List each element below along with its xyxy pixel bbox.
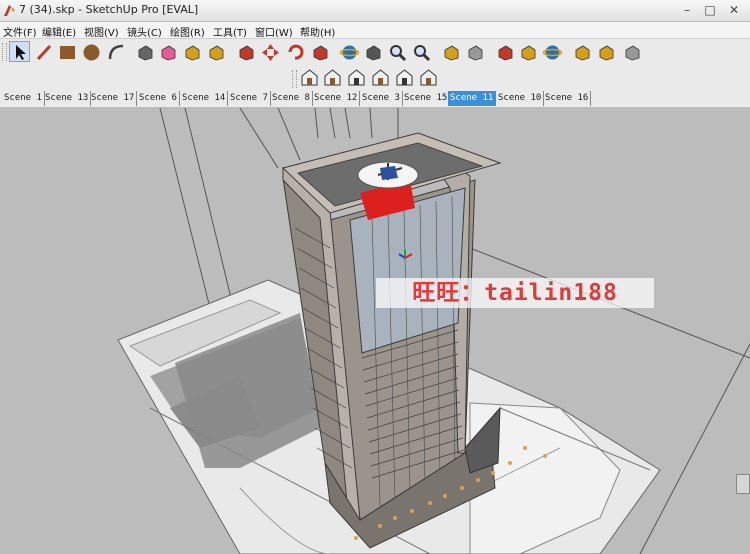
menu-window[interactable]: 窗口(W) [255,24,293,39]
zoom-extents-icon[interactable] [411,42,432,63]
toggle-terrain-icon[interactable] [465,42,486,63]
pencil-icon[interactable] [34,42,55,63]
rectangle-icon[interactable] [57,42,78,63]
menu-tools[interactable]: 工具(T) [213,24,247,39]
zoom-icon[interactable] [387,42,408,63]
viewport-resize-handle[interactable] [736,474,750,494]
menu-help[interactable]: 帮助(H) [300,24,335,39]
tape-measure-icon[interactable] [182,42,203,63]
model-viewport[interactable]: 旺旺：tailin188 [0,108,750,554]
select-icon[interactable] [9,41,30,62]
sketchup-logo-icon [4,5,15,16]
close-button[interactable]: ✕ [723,1,745,19]
scene-tab-scene-11[interactable]: Scene 11 [448,91,497,106]
watermark-text: 旺旺：tailin188 [376,278,654,308]
scene-tab-scene-14[interactable]: Scene 14 [180,91,229,106]
main-toolbar [0,39,750,67]
front-view-icon[interactable] [346,67,367,88]
move-icon[interactable] [260,42,281,63]
extension-warehouse-icon[interactable] [622,42,643,63]
menu-view[interactable]: 视图(V) [84,24,119,39]
maximize-button[interactable]: □ [699,1,721,19]
views-toolbar [0,66,750,90]
right-view-icon[interactable] [370,67,391,88]
left-view-icon[interactable] [418,67,439,88]
scene-tab-scene-12[interactable]: Scene 12 [312,91,361,106]
share-component-icon[interactable] [596,42,617,63]
top-view-icon[interactable] [322,67,343,88]
window-title: 7 (34).skp - SketchUp Pro [EVAL] [19,3,199,16]
add-location-icon[interactable] [441,42,462,63]
orbit-icon[interactable] [339,42,360,63]
rotate-icon[interactable] [285,42,306,63]
toolbar-grip[interactable] [2,43,7,61]
menu-bar: 文件(F) 编辑(E) 视图(V) 镜头(C) 绘图(R) 工具(T) 窗口(W… [0,22,750,39]
make-component-icon[interactable] [135,42,156,63]
iso-view-icon[interactable] [299,67,320,88]
eraser-icon[interactable] [158,42,179,63]
menu-file[interactable]: 文件(F) [3,24,37,39]
get-components-icon[interactable] [572,42,593,63]
scene-tab-scene-1[interactable]: Scene 1 [2,91,45,106]
scene-tab-scene-10[interactable]: Scene 10 [496,91,545,106]
model-view[interactable] [0,108,750,554]
menu-draw[interactable]: 绘图(R) [170,24,205,39]
follow-me-icon[interactable] [310,42,331,63]
scene-tab-scene-3[interactable]: Scene 3 [360,91,403,106]
scene-tab-scene-17[interactable]: Scene 17 [89,91,138,106]
menu-camera[interactable]: 镜头(C) [127,24,162,39]
get-models-icon[interactable] [495,42,516,63]
toolbar-grip[interactable] [292,70,297,88]
share-model-icon[interactable] [518,42,539,63]
menu-edit[interactable]: 编辑(E) [42,24,76,39]
scene-tab-scene-13[interactable]: Scene 13 [43,91,92,106]
paint-bucket-icon[interactable] [206,42,227,63]
scene-tab-scene-15[interactable]: Scene 15 [402,91,451,106]
minimize-button[interactable]: – [676,1,698,19]
scene-tab-scene-6[interactable]: Scene 6 [137,91,180,106]
google-earth-icon[interactable] [542,42,563,63]
scene-tab-scene-8[interactable]: Scene 8 [270,91,313,106]
scene-tab-scene-16[interactable]: Scene 16 [543,91,592,106]
circle-icon[interactable] [81,42,102,63]
scene-tabs: Scene 1 Scene 13 Scene 17 Scene 6 Scene 14 Sc… [0,90,750,108]
scene-tab-scene-7[interactable]: Scene 7 [228,91,271,106]
arc-icon[interactable] [106,42,127,63]
pan-icon[interactable] [363,42,384,63]
back-view-icon[interactable] [394,67,415,88]
push-pull-icon[interactable] [236,42,257,63]
title-bar: 7 (34).skp - SketchUp Pro [EVAL] – □ ✕ [0,0,750,22]
